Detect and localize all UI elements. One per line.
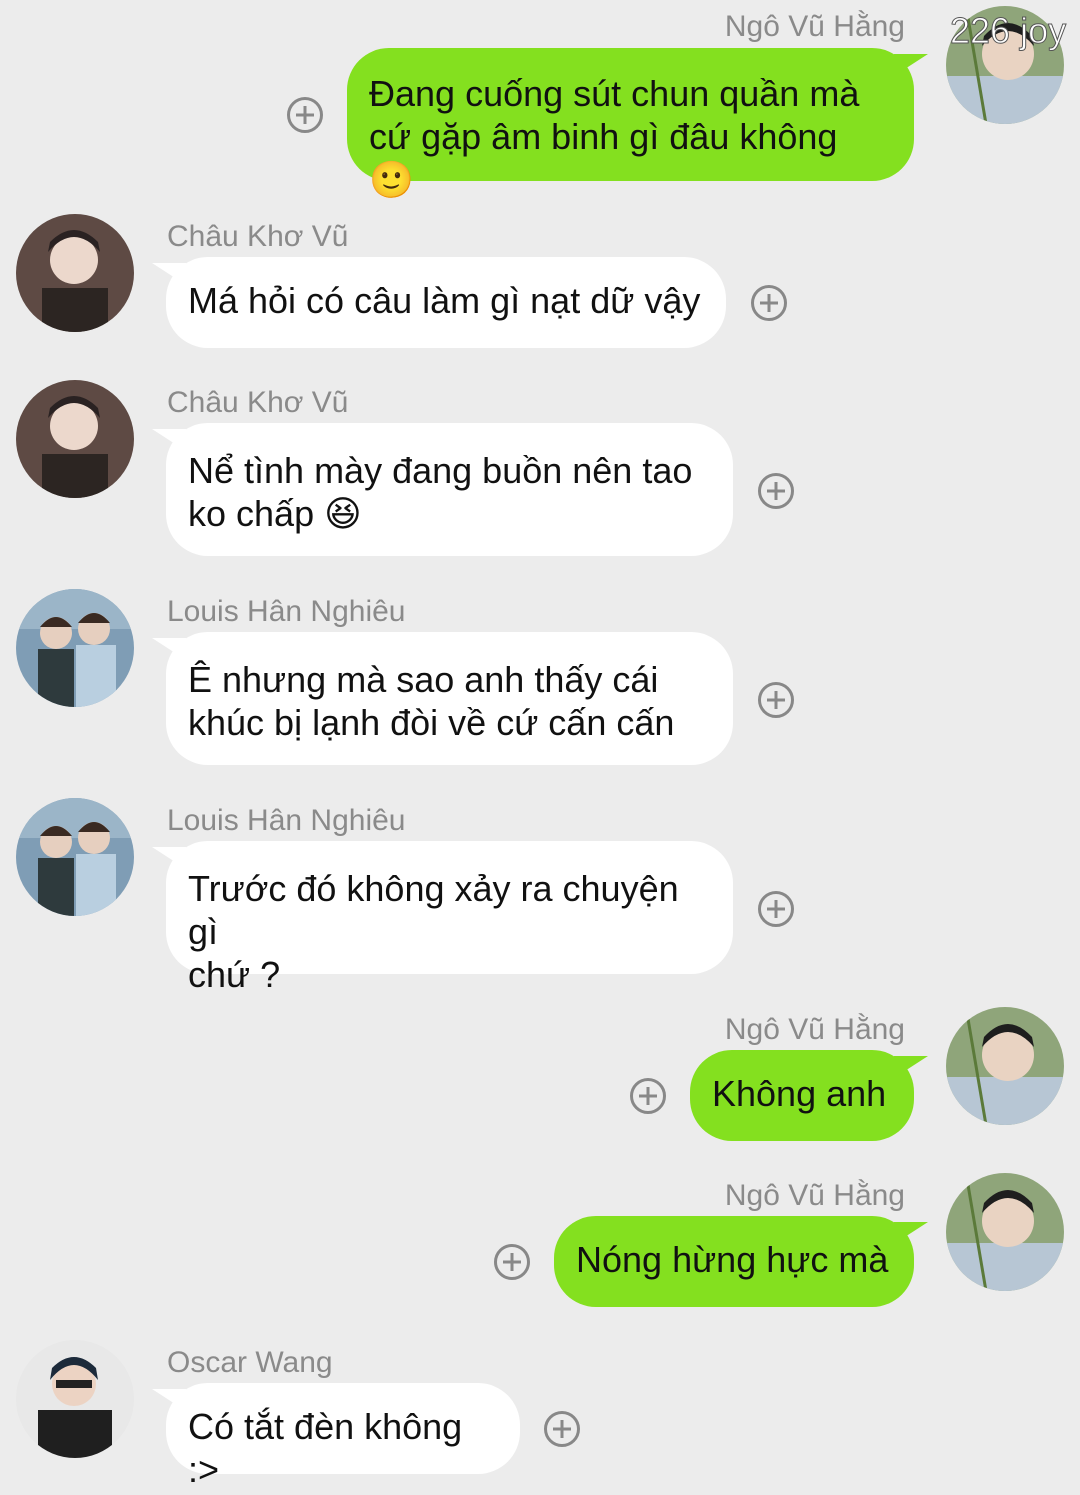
overlay-badge: 226 joy: [949, 10, 1067, 52]
chat-bubble[interactable]: Ê nhưng mà sao anh thấy cái khúc bị lạnh…: [152, 632, 733, 765]
avatar[interactable]: [16, 214, 134, 332]
sender-name: Châu Khơ Vũ: [167, 386, 349, 419]
sender-name: Ngô Vũ Hằng: [724, 1179, 905, 1212]
message-line: cứ gặp âm binh gì đâu không 🙂: [369, 116, 838, 200]
sender-name: Ngô Vũ Hằng: [724, 10, 905, 43]
add-reaction-icon[interactable]: [751, 285, 787, 321]
chat-bubble[interactable]: Đang cuống sút chun quần mà cứ gặp âm bi…: [347, 48, 928, 200]
avatar[interactable]: [946, 1007, 1064, 1125]
avatar[interactable]: [16, 589, 134, 707]
avatar[interactable]: [16, 798, 134, 916]
add-reaction-icon[interactable]: [758, 473, 794, 509]
message-line: Trước đó không xảy ra chuyện gì: [188, 868, 679, 952]
add-reaction-icon[interactable]: [287, 97, 323, 133]
message-line: Nể tình mày đang buồn nên tao: [188, 450, 693, 491]
chat-bubble[interactable]: Má hỏi có câu làm gì nạt dữ vậy: [152, 257, 726, 348]
sender-name: Châu Khơ Vũ: [167, 220, 349, 253]
message-line: khúc bị lạnh đòi về cứ cấn cấn: [188, 702, 675, 743]
message-line: Đang cuống sút chun quần mà: [369, 73, 860, 114]
add-reaction-icon[interactable]: [758, 891, 794, 927]
avatar[interactable]: [16, 380, 134, 498]
message-line: Ê nhưng mà sao anh thấy cái: [188, 659, 659, 700]
sender-name: Louis Hân Nghiêu: [167, 804, 406, 837]
add-reaction-icon[interactable]: [630, 1078, 666, 1114]
sender-name: Ngô Vũ Hằng: [724, 1013, 905, 1046]
chat-bubble[interactable]: Trước đó không xảy ra chuyện gì chứ ?: [152, 841, 733, 995]
chat-bubble[interactable]: Nể tình mày đang buồn nên tao ko chấp 😆: [152, 423, 733, 556]
chat-bubble[interactable]: Không anh: [690, 1050, 928, 1141]
message-line: Có tắt đèn không :>: [188, 1406, 463, 1490]
avatar[interactable]: [16, 1340, 134, 1458]
message-line: Không anh: [712, 1073, 887, 1114]
avatar[interactable]: [946, 1173, 1064, 1291]
add-reaction-icon[interactable]: [494, 1244, 530, 1280]
sender-name: Oscar Wang: [167, 1346, 333, 1379]
chat-bubble[interactable]: Nóng hừng hực mà: [554, 1216, 928, 1307]
message-line: Nóng hừng hực mà: [576, 1239, 889, 1280]
sender-name: Louis Hân Nghiêu: [167, 595, 406, 628]
add-reaction-icon[interactable]: [544, 1411, 580, 1447]
chat-bubble[interactable]: Có tắt đèn không :>: [152, 1383, 520, 1490]
message-line: ko chấp 😆: [188, 493, 362, 534]
add-reaction-icon[interactable]: [758, 682, 794, 718]
message-line: chứ ?: [188, 954, 281, 995]
message-line: Má hỏi có câu làm gì nạt dữ vậy: [188, 280, 701, 321]
